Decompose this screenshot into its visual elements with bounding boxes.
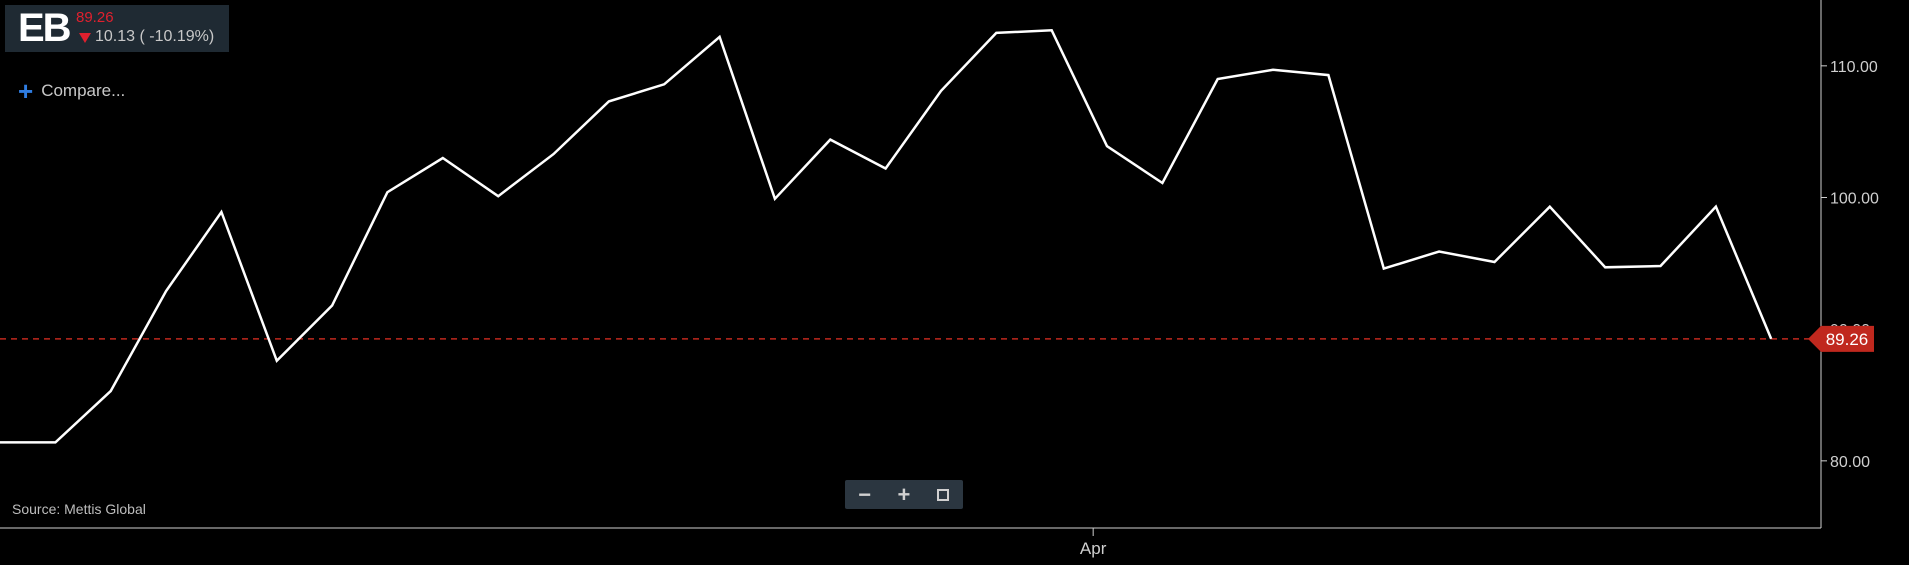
zoom-out-button[interactable]: −: [850, 482, 880, 507]
compare-label: Compare...: [41, 81, 126, 100]
y-tick-label: 80.00: [1830, 454, 1870, 471]
fullscreen-icon: [937, 488, 950, 501]
plus-icon: +: [18, 76, 34, 106]
y-tick-label: 110.00: [1830, 59, 1878, 76]
zoom-in-button[interactable]: +: [889, 482, 919, 507]
ticker-price: 89.26: [76, 9, 114, 26]
compare-button[interactable]: + Compare...: [18, 76, 126, 106]
zoom-controls: − +: [845, 480, 963, 509]
ticker-symbol: EB: [18, 6, 72, 50]
price-series-line: [0, 29, 1773, 444]
down-arrow-icon: [79, 33, 91, 43]
ticker-change: 10.13 ( -10.19%): [79, 28, 214, 46]
source-label: Source: Mettis Global: [12, 501, 146, 517]
fullscreen-button[interactable]: [928, 483, 958, 507]
ticker-change-text: 10.13 ( -10.19%): [95, 28, 215, 45]
last-price-label: 89.26: [1826, 330, 1869, 349]
x-tick-label: Apr: [1080, 539, 1107, 558]
y-tick-label: 100.00: [1830, 191, 1879, 208]
ticker-badge: EB 89.26 10.13 ( -10.19%): [5, 5, 229, 52]
